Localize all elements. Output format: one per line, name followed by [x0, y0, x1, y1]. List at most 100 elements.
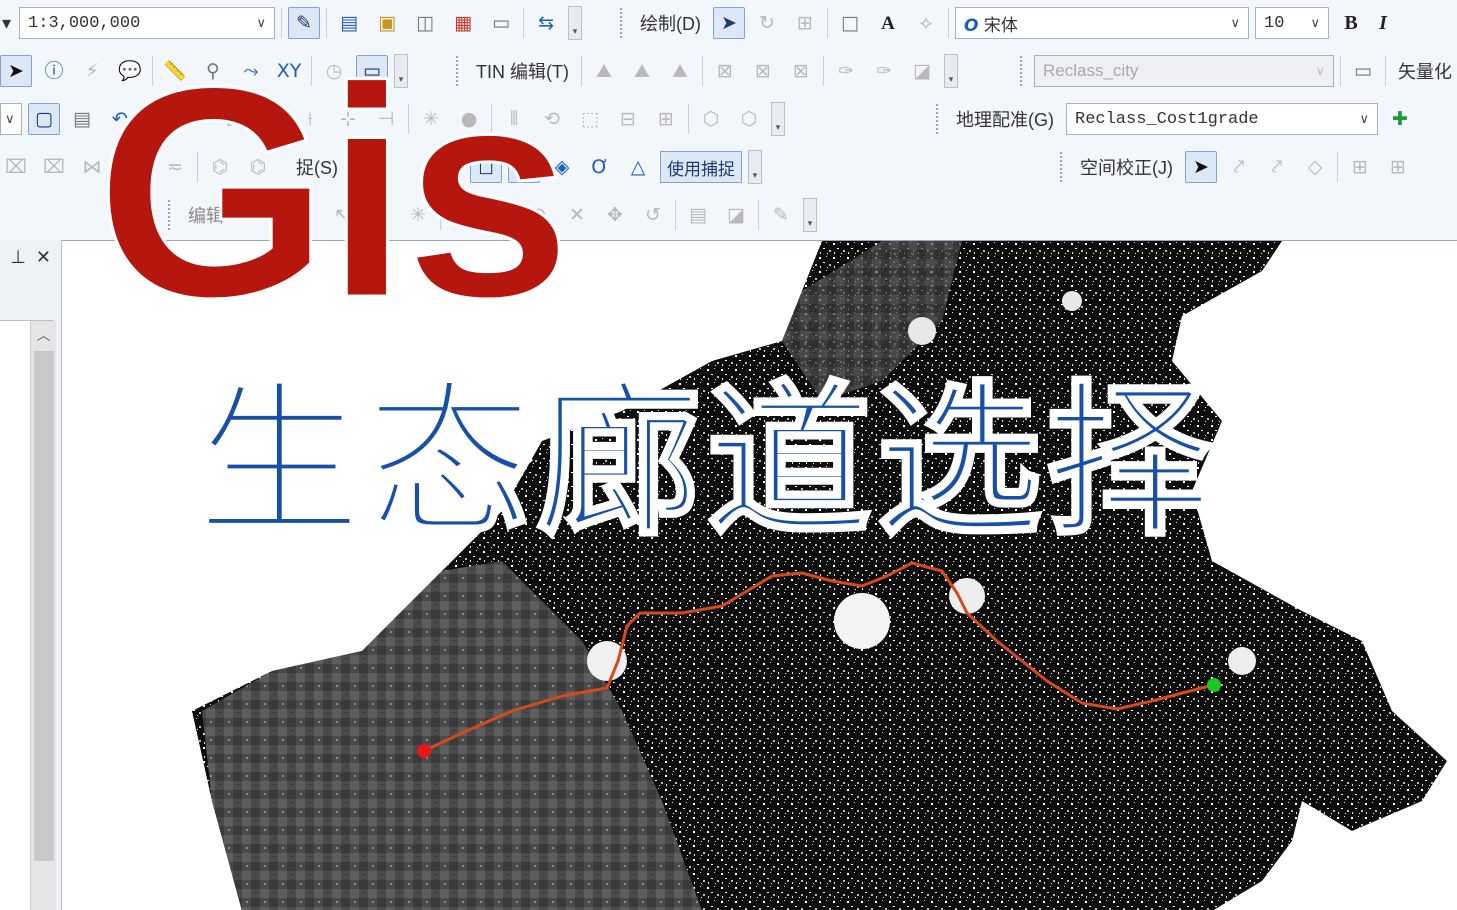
zoom-to-selected-icon[interactable]: ⊞ — [789, 7, 821, 39]
tin-delete-node-icon[interactable]: ⊠ — [709, 55, 741, 87]
scroll-thumb[interactable] — [34, 351, 54, 861]
topology-icon[interactable]: ⬡ — [695, 103, 727, 135]
separator — [675, 200, 676, 230]
separator — [580, 56, 582, 86]
select-features-icon[interactable]: ➤ — [0, 55, 32, 87]
edit-vertices-icon[interactable]: ⟡ — [910, 7, 942, 39]
font-size-combo[interactable]: 10 ∨ — [1255, 7, 1329, 39]
opentype-font-icon: O — [964, 15, 979, 36]
add-control-points-icon[interactable]: ✚ — [1384, 103, 1416, 135]
urban-patch — [1062, 291, 1082, 311]
font-family-combo[interactable]: O 宋体 ∨ — [955, 7, 1249, 39]
layout-page-icon[interactable]: ▢ — [28, 103, 60, 135]
tin-modify-node-icon[interactable]: ✑ — [830, 55, 862, 87]
edge-snapping-icon[interactable]: Ơ — [584, 151, 616, 183]
chevron-down-icon: ∨ — [1359, 111, 1369, 127]
toolbar-grip[interactable] — [620, 8, 624, 38]
toolbar-overflow-button[interactable]: ▾ — [943, 54, 958, 88]
intersection-snapping-icon[interactable]: △ — [622, 151, 654, 183]
separator — [758, 200, 759, 230]
raster-cleanup-icon[interactable]: ▭ — [1347, 55, 1379, 87]
identify-icon[interactable]: ⓘ — [38, 55, 70, 87]
spatial-adjustment-menu[interactable]: 空间校正(J) — [1074, 154, 1179, 180]
table-of-contents-panel: ⊥ ✕ ︿ — [0, 240, 62, 910]
separator — [688, 104, 689, 134]
rectangle-icon[interactable]: □ — [834, 7, 866, 39]
raster-layer-combo[interactable]: Reclass_city ∨ — [1034, 55, 1334, 87]
vectorize-menu[interactable]: 矢量化 — [1392, 58, 1457, 84]
chevron-down-icon: ∨ — [1315, 63, 1325, 78]
source-point[interactable] — [417, 744, 431, 758]
rotate-icon[interactable]: ↻ — [751, 7, 783, 39]
select-elements-icon[interactable]: ➤ — [1185, 151, 1217, 183]
toolbar-overflow-button[interactable]: ▾ — [748, 150, 762, 184]
separator — [948, 8, 949, 38]
separator — [1337, 152, 1338, 182]
georeferencing-layer-value: Reclass_Cost1grade — [1075, 109, 1259, 129]
advanced-edit-icon[interactable]: ⌧ — [0, 151, 32, 183]
tin-move-node-icon[interactable]: ✑ — [868, 55, 900, 87]
construct-points-icon[interactable]: ⬚ — [574, 103, 606, 135]
align-edge-icon[interactable]: ⊟ — [612, 103, 644, 135]
toolbar-grip[interactable] — [936, 104, 940, 134]
modify-link-icon[interactable]: ⤤ — [1261, 151, 1293, 183]
panel-body: ︿ — [0, 320, 56, 910]
close-icon[interactable]: ✕ — [36, 247, 51, 268]
bold-button[interactable]: B — [1335, 7, 1367, 39]
toolbar-grip[interactable] — [1060, 152, 1064, 182]
draw-menu[interactable]: 绘制(D) — [634, 10, 707, 36]
chevron-up-icon[interactable]: ︿ — [31, 321, 56, 349]
separator — [701, 56, 703, 86]
overlay-subtitle: 生态廊道选择 — [195, 366, 1216, 559]
destination-point[interactable] — [1207, 678, 1221, 692]
italic-button[interactable]: I — [1373, 7, 1393, 39]
view-link-table-icon[interactable]: ⊞ — [1344, 151, 1376, 183]
chevron-down-icon: ∨ — [1230, 15, 1240, 31]
overlay-title: Gis — [95, 24, 574, 360]
toolbar-overflow-button[interactable]: ▾ — [771, 102, 785, 136]
sketch-icon[interactable]: ◪ — [720, 199, 752, 231]
tin-edit-icon[interactable]: ◪ — [906, 55, 938, 87]
copy-features-icon[interactable]: ⌧ — [38, 151, 70, 183]
edge-match-icon[interactable]: ⊞ — [1382, 151, 1414, 183]
layer-combo[interactable]: ∨ — [0, 103, 22, 135]
georeferencing-layer-combo[interactable]: Reclass_Cost1grade ∨ — [1066, 103, 1378, 135]
separator — [822, 56, 824, 86]
use-snapping-button[interactable]: 使用捕捉 — [660, 151, 742, 183]
chevron-down-icon: ∨ — [1310, 15, 1320, 31]
separator — [1340, 56, 1341, 86]
separator — [827, 8, 828, 38]
tin-add-point-icon[interactable]: ⛰ — [588, 55, 620, 87]
panel-header: ⊥ ✕ — [0, 240, 61, 274]
tin-swap-edge-icon[interactable]: ⊠ — [785, 55, 817, 87]
tin-delete-edge-icon[interactable]: ⊠ — [747, 55, 779, 87]
toolbar-grip[interactable] — [1020, 56, 1024, 86]
tin-add-line-icon[interactable]: ⛰ — [626, 55, 658, 87]
urban-patch — [949, 578, 985, 614]
create-features-icon[interactable]: ✎ — [765, 199, 797, 231]
toolbar-overflow-button[interactable]: ▾ — [803, 198, 817, 232]
tin-add-polygon-icon[interactable]: ⛰ — [664, 55, 696, 87]
rotate-tool-icon[interactable]: ↺ — [637, 199, 669, 231]
vertical-scrollbar[interactable]: ︿ — [30, 321, 56, 910]
urban-patch — [908, 317, 936, 345]
select-elements-icon[interactable]: ➤ — [713, 7, 745, 39]
font-size-value: 10 — [1264, 13, 1285, 33]
new-displacement-link-icon[interactable]: ⤤ — [1223, 151, 1255, 183]
multiple-displacement-icon[interactable]: ◇ — [1299, 151, 1331, 183]
validate-topology-icon[interactable]: ⬡ — [733, 103, 765, 135]
fine-grid-icon[interactable]: ⊞ — [650, 103, 682, 135]
pin-icon[interactable]: ⊥ — [10, 247, 26, 268]
new-text-icon[interactable]: A — [872, 7, 904, 39]
move-icon[interactable]: ✥ — [599, 199, 631, 231]
chevron-down-icon: ∨ — [5, 111, 15, 127]
font-family-value: 宋体 — [983, 15, 1018, 36]
attribute-table-icon[interactable]: ▤ — [682, 199, 714, 231]
georeferencing-menu[interactable]: 地理配准(G) — [950, 106, 1060, 132]
dropdown-arrow-icon[interactable]: ▾ — [0, 13, 13, 34]
urban-patch — [834, 593, 890, 649]
attributes-icon[interactable]: ▤ — [66, 103, 98, 135]
toolbar-overflow-button[interactable]: ▾ — [568, 6, 583, 40]
raster-layer-value: Reclass_city — [1043, 61, 1139, 80]
separator — [1385, 56, 1386, 86]
